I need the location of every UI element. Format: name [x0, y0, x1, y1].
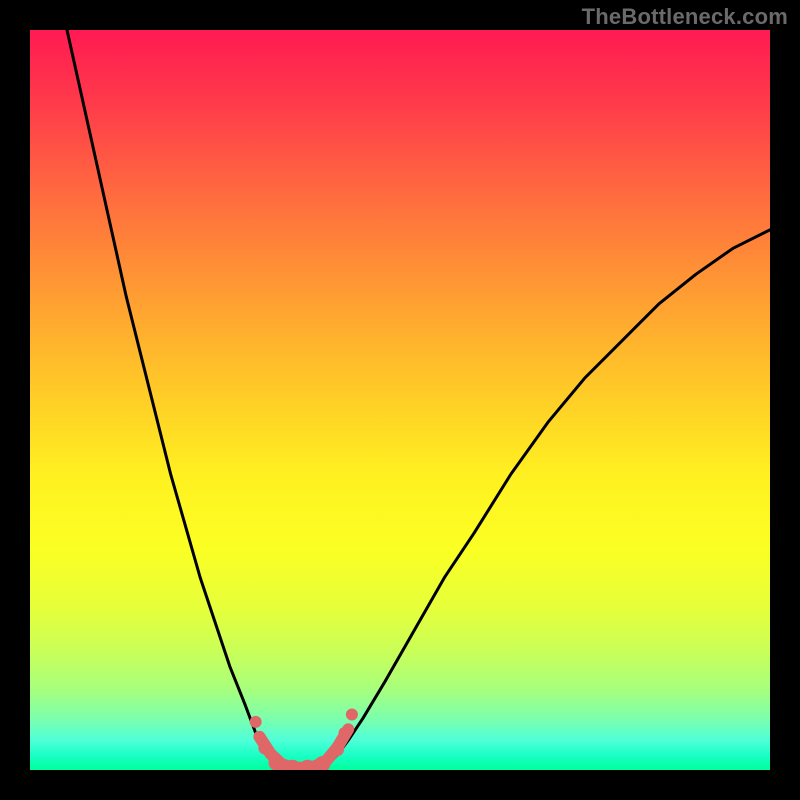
series-left-branch [67, 30, 282, 766]
attribution-text: TheBottleneck.com [582, 4, 788, 30]
marker-2 [268, 755, 284, 770]
plot-area [30, 30, 770, 770]
marker-0 [250, 716, 262, 728]
curve-svg [30, 30, 770, 770]
marker-8 [346, 709, 358, 721]
series-right-branch [326, 230, 770, 767]
marker-1 [258, 741, 272, 755]
marker-7 [339, 727, 351, 739]
chart-frame: { "attribution": "TheBottleneck.com", "c… [0, 0, 800, 800]
marker-6 [330, 742, 344, 756]
